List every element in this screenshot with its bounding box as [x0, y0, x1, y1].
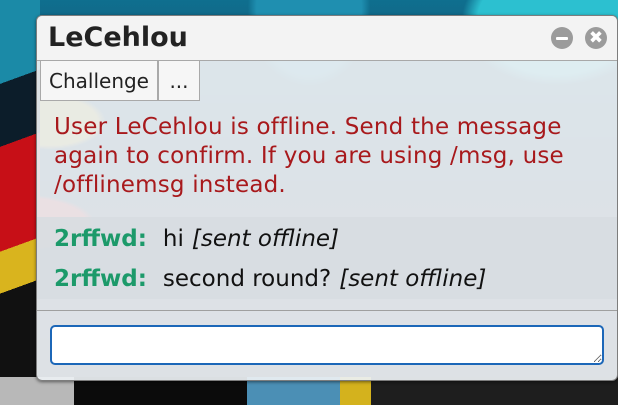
close-icon[interactable]: ✖ [585, 27, 607, 49]
sent-offline-tag: [sent offline] [191, 226, 340, 252]
challenge-button[interactable]: Challenge [40, 61, 158, 101]
chat-text: hi [162, 226, 184, 252]
chat-message: 2rffwd: second round? [sent offline] [54, 261, 486, 297]
minimize-icon[interactable] [551, 27, 573, 49]
sent-offline-tag: [sent offline] [339, 266, 487, 292]
window-title: LeCehlou [48, 22, 188, 53]
background-art-left [0, 0, 40, 405]
input-divider [37, 310, 617, 311]
pm-window: LeCehlou ✖ Challenge ... User LeCehlou i… [36, 15, 618, 381]
message-input[interactable] [50, 325, 604, 365]
message-log: User LeCehlou is offline. Send the messa… [37, 113, 617, 200]
window-titlebar[interactable]: LeCehlou ✖ [37, 16, 617, 61]
chat-username[interactable]: 2rffwd: [54, 226, 147, 252]
chat-text: second round? [162, 266, 332, 292]
background-art-bottom [0, 377, 618, 405]
chat-username[interactable]: 2rffwd: [54, 266, 147, 292]
chat-history: 2rffwd: hi [sent offline] 2rffwd: second… [37, 217, 617, 299]
more-options-button[interactable]: ... [158, 61, 200, 101]
chat-message: 2rffwd: hi [sent offline] [54, 221, 339, 257]
offline-warning-message: User LeCehlou is offline. Send the messa… [54, 114, 564, 198]
